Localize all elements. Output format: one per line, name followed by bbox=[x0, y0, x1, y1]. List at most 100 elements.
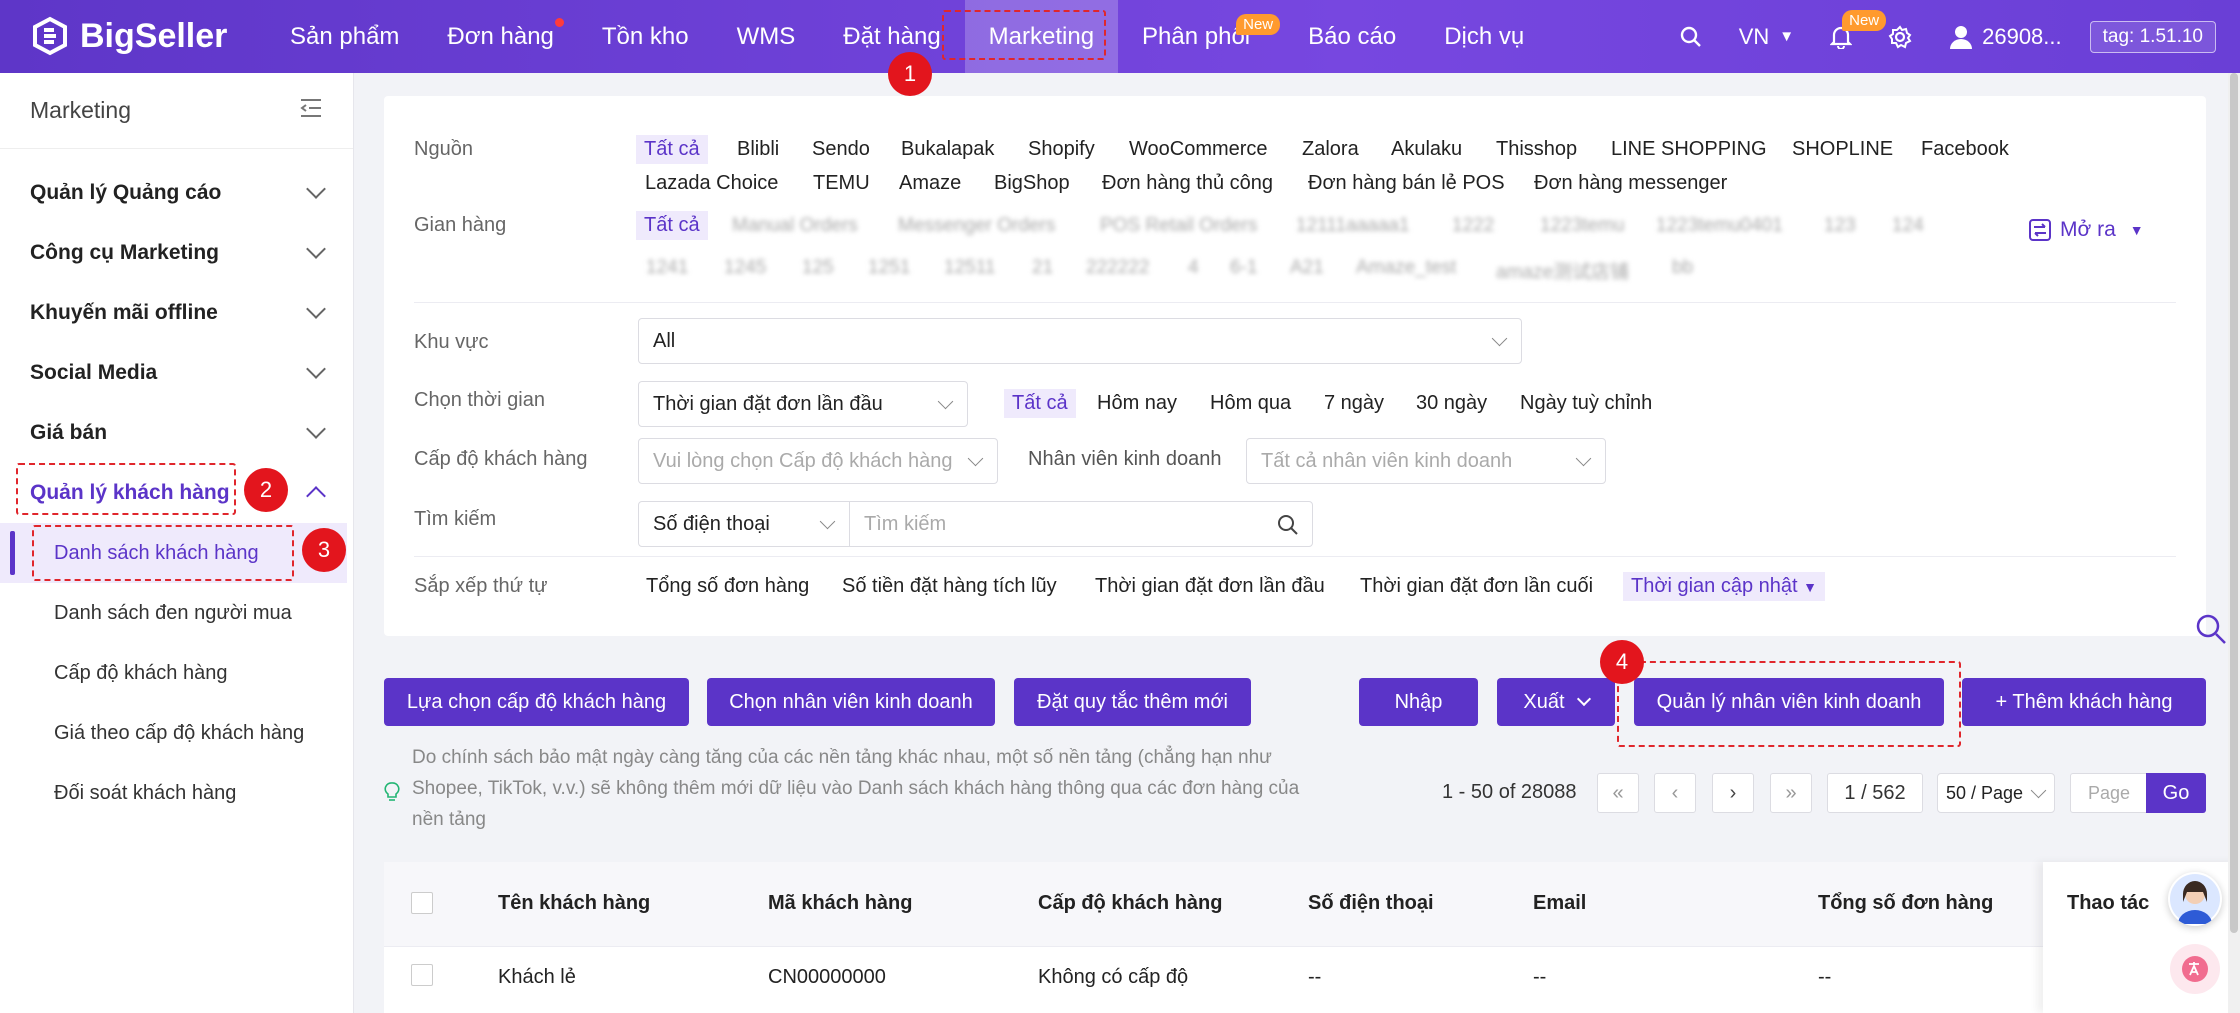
col-customer-name[interactable]: Tên khách hàng bbox=[498, 892, 650, 915]
source-chip[interactable]: Lazada Choice bbox=[645, 172, 778, 195]
source-chip[interactable]: TEMU bbox=[813, 172, 870, 195]
col-email[interactable]: Email bbox=[1533, 892, 1586, 915]
sort-option[interactable]: Tổng số đơn hàng bbox=[646, 575, 809, 598]
source-chip[interactable]: Bukalapak bbox=[901, 138, 994, 161]
bell-icon[interactable]: New bbox=[1812, 0, 1887, 73]
source-chip[interactable]: WooCommerce bbox=[1129, 138, 1268, 161]
sidebar-group-customer-management[interactable]: Quản lý khách hàng bbox=[0, 463, 353, 523]
last-page-button[interactable]: » bbox=[1770, 773, 1812, 813]
time-option[interactable]: 7 ngày bbox=[1324, 392, 1384, 415]
source-chip[interactable]: BigShop bbox=[994, 172, 1070, 195]
store-chip[interactable]: 1245 bbox=[724, 257, 766, 279]
source-chip[interactable]: Zalora bbox=[1302, 138, 1359, 161]
store-chip[interactable]: 21 bbox=[1032, 257, 1053, 279]
store-chip[interactable]: Amaze_test bbox=[1356, 257, 1456, 279]
time-type-select[interactable]: Thời gian đặt đơn lần đầu bbox=[638, 381, 968, 427]
source-chip[interactable]: Akulaku bbox=[1391, 138, 1462, 161]
time-option[interactable]: Hôm nay bbox=[1097, 392, 1177, 415]
nav-ton-kho[interactable]: Tồn kho bbox=[578, 0, 713, 73]
time-option[interactable]: Tất cả bbox=[1004, 389, 1076, 418]
export-button[interactable]: Xuất bbox=[1497, 678, 1615, 726]
gear-icon[interactable] bbox=[1870, 0, 1930, 73]
sidebar-item-customer-level[interactable]: Cấp độ khách hàng bbox=[0, 643, 353, 703]
store-chip[interactable]: 1251 bbox=[868, 257, 910, 279]
search-type-select[interactable]: Số điện thoại bbox=[638, 501, 850, 547]
customer-level-select[interactable]: Vui lòng chọn Cấp độ khách hàng bbox=[638, 438, 998, 484]
collapse-menu-icon[interactable] bbox=[299, 97, 323, 124]
search-input[interactable]: Tìm kiếm bbox=[849, 501, 1313, 547]
store-chip[interactable]: 12111aaaaa1 bbox=[1296, 215, 1409, 237]
store-chip[interactable]: bb bbox=[1672, 257, 1693, 279]
floating-search-icon[interactable] bbox=[2194, 612, 2228, 652]
sort-option[interactable]: Thời gian đặt đơn lần cuối bbox=[1360, 575, 1593, 598]
sidebar-group-marketing-tools[interactable]: Công cụ Marketing bbox=[0, 223, 353, 283]
user-menu[interactable]: 26908... bbox=[1930, 0, 2080, 73]
page-size-select[interactable]: 50 / Page bbox=[1937, 773, 2055, 813]
sidebar-item-level-price[interactable]: Giá theo cấp độ khách hàng bbox=[0, 703, 353, 763]
translate-icon[interactable] bbox=[2170, 944, 2220, 994]
page-number-input[interactable]: Page bbox=[2070, 773, 2148, 813]
row-checkbox[interactable] bbox=[411, 964, 433, 986]
store-chip[interactable]: 123 bbox=[1824, 215, 1856, 237]
nav-dich-vu[interactable]: Dịch vụ bbox=[1420, 0, 1548, 73]
store-chip[interactable]: 124 bbox=[1892, 215, 1924, 237]
go-page-button[interactable]: Go bbox=[2146, 773, 2206, 813]
sales-staff-select[interactable]: Tất cả nhân viên kinh doanh bbox=[1246, 438, 1606, 484]
nav-phan-phoi[interactable]: Phân phối New bbox=[1118, 0, 1281, 73]
nav-san-pham[interactable]: Sản phẩm bbox=[266, 0, 423, 73]
nav-marketing[interactable]: Marketing bbox=[964, 0, 1119, 73]
source-chip[interactable]: Shopify bbox=[1028, 138, 1095, 161]
col-customer-level[interactable]: Cấp độ khách hàng bbox=[1038, 892, 1222, 915]
source-chip[interactable]: Blibli bbox=[737, 138, 779, 161]
next-page-button[interactable]: › bbox=[1712, 773, 1754, 813]
time-option[interactable]: Ngày tuỳ chỉnh bbox=[1520, 392, 1652, 415]
store-chip[interactable]: 1222 bbox=[1452, 215, 1494, 237]
sidebar-item-customer-list[interactable]: Danh sách khách hàng bbox=[0, 523, 347, 583]
time-option[interactable]: Hôm qua bbox=[1210, 392, 1291, 415]
first-page-button[interactable]: « bbox=[1597, 773, 1639, 813]
source-chip[interactable]: Đơn hàng thủ công bbox=[1102, 172, 1273, 195]
sidebar-group-price[interactable]: Giá bán bbox=[0, 403, 353, 463]
col-customer-code[interactable]: Mã khách hàng bbox=[768, 892, 912, 915]
sidebar-item-customer-reconcile[interactable]: Đối soát khách hàng bbox=[0, 763, 353, 823]
add-customer-button[interactable]: + Thêm khách hàng bbox=[1962, 678, 2206, 726]
time-option[interactable]: 30 ngày bbox=[1416, 392, 1487, 415]
prev-page-button[interactable]: ‹ bbox=[1654, 773, 1696, 813]
search-icon[interactable] bbox=[1661, 0, 1721, 73]
store-chip[interactable]: 6-1 bbox=[1230, 257, 1257, 279]
source-chip[interactable]: Facebook bbox=[1921, 138, 2009, 161]
source-chip[interactable]: Thisshop bbox=[1496, 138, 1577, 161]
store-chip[interactable]: Messenger Orders bbox=[898, 215, 1055, 237]
store-chip[interactable]: 4 bbox=[1188, 257, 1199, 279]
language-select[interactable]: VN ▼ bbox=[1721, 0, 1812, 73]
source-chip[interactable]: Tất cả bbox=[636, 135, 708, 164]
nav-wms[interactable]: WMS bbox=[713, 0, 820, 73]
source-chip[interactable]: Sendo bbox=[812, 138, 870, 161]
store-chip[interactable]: 125 bbox=[802, 257, 834, 279]
source-chip[interactable]: Đơn hàng messenger bbox=[1534, 172, 1727, 195]
col-phone[interactable]: Số điện thoại bbox=[1308, 892, 1434, 915]
region-select[interactable]: All bbox=[638, 318, 1522, 364]
store-chip[interactable]: 1223temu0401 bbox=[1656, 215, 1783, 237]
import-button[interactable]: Nhập bbox=[1359, 678, 1478, 726]
store-chip[interactable]: 1241 bbox=[646, 257, 688, 279]
store-chip[interactable]: 12511 bbox=[944, 257, 995, 279]
choose-sales-staff-button[interactable]: Chọn nhân viên kinh doanh bbox=[707, 678, 995, 726]
nav-don-hang[interactable]: Đơn hàng bbox=[423, 0, 577, 73]
store-chip[interactable]: POS Retail Orders bbox=[1100, 215, 1257, 237]
scrollbar-thumb[interactable] bbox=[2230, 73, 2238, 933]
manage-sales-staff-button[interactable]: Quản lý nhân viên kinh doanh bbox=[1634, 678, 1944, 726]
store-chip-all[interactable]: Tất cả bbox=[636, 211, 708, 240]
sidebar-group-offline-promo[interactable]: Khuyến mãi offline bbox=[0, 283, 353, 343]
nav-bao-cao[interactable]: Báo cáo bbox=[1284, 0, 1420, 73]
sidebar-item-buyer-blacklist[interactable]: Danh sách đen người mua bbox=[0, 583, 353, 643]
expand-toggle[interactable]: Mở ra ▼ bbox=[2028, 218, 2144, 242]
sort-option[interactable]: Số tiền đặt hàng tích lũy bbox=[842, 575, 1057, 598]
store-chip[interactable]: Manual Orders bbox=[732, 215, 858, 237]
set-add-rule-button[interactable]: Đặt quy tắc thêm mới bbox=[1014, 678, 1251, 726]
choose-customer-level-button[interactable]: Lựa chọn cấp độ khách hàng bbox=[384, 678, 689, 726]
select-all-checkbox[interactable] bbox=[411, 892, 433, 914]
bigseller-logo[interactable]: BigSeller bbox=[30, 14, 227, 58]
source-chip[interactable]: Đơn hàng bán lẻ POS bbox=[1308, 172, 1505, 195]
sort-option-active[interactable]: Thời gian cập nhật ▼ bbox=[1623, 572, 1825, 601]
